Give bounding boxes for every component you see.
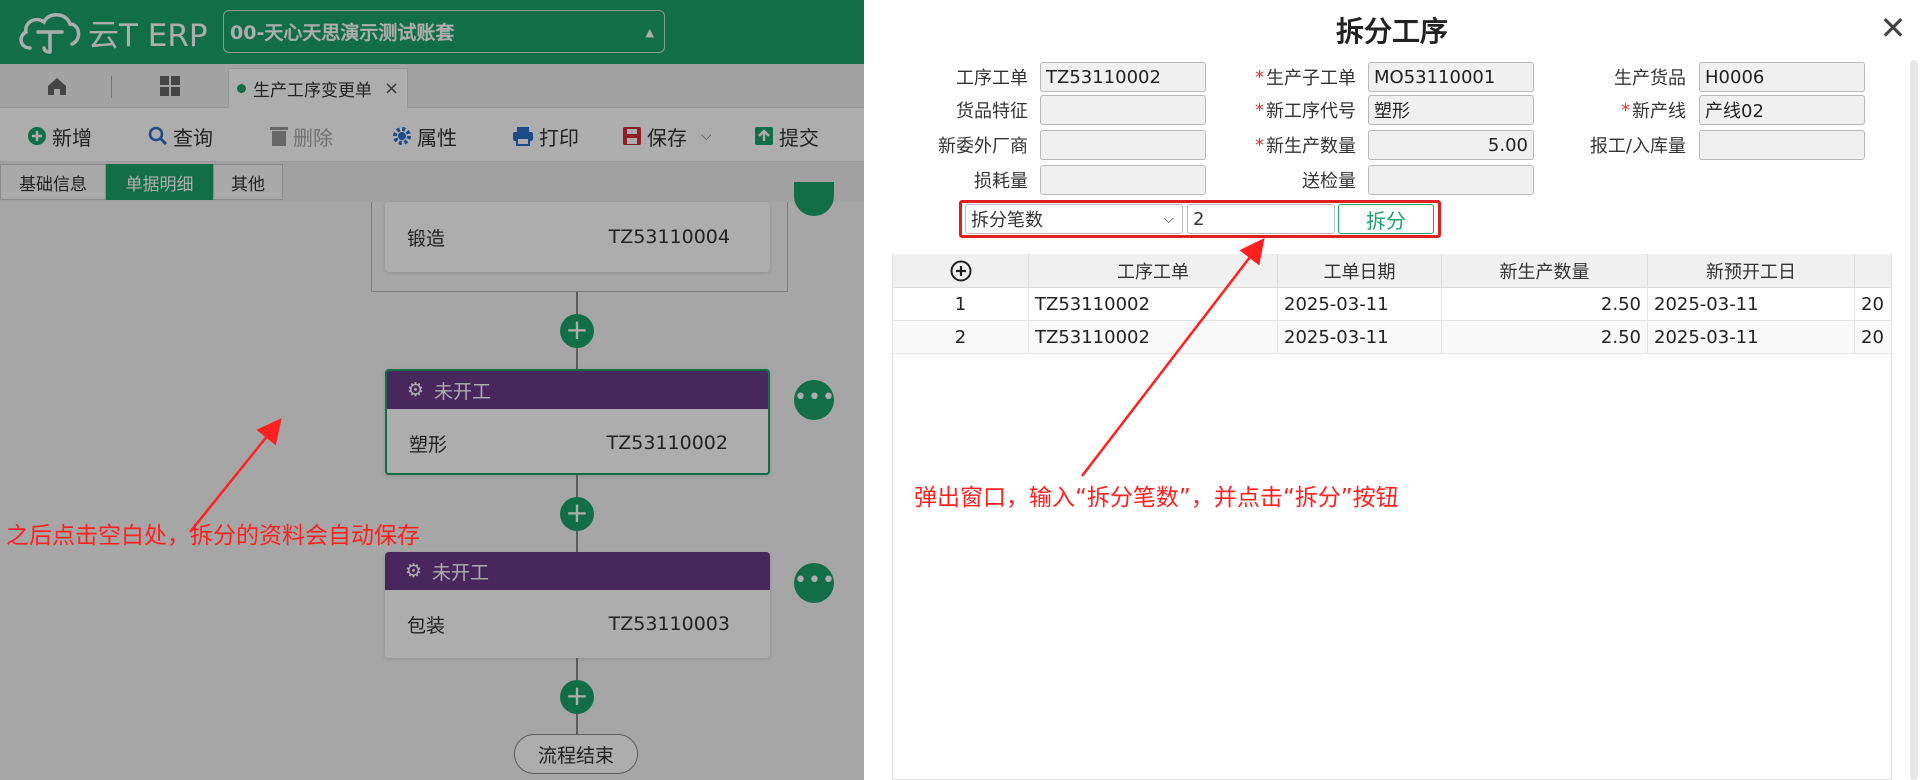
production-goods-field[interactable]: H0006 (1699, 62, 1865, 92)
dialog-title: 拆分工序 (1335, 15, 1448, 48)
report-qty-field[interactable] (1699, 130, 1865, 160)
goods-feature-field[interactable] (1040, 95, 1206, 125)
col-header[interactable]: 新预开工日 (1648, 254, 1855, 288)
plus-circle-icon (950, 260, 971, 281)
loss-qty-field[interactable] (1040, 165, 1206, 195)
label-goods-feature: 货品特征 (956, 101, 1028, 122)
split-button[interactable]: 拆分 (1338, 204, 1434, 234)
split-count-input[interactable]: 2 (1187, 204, 1335, 234)
add-row-header[interactable] (893, 254, 1029, 288)
table-cell[interactable]: 2.50 (1442, 321, 1648, 354)
label-new-quantity: * 新生产数量 (1255, 134, 1356, 158)
main-window: 云T ERP 00-天心天思演示测试账套 ▲ 生产工序变更单 × 新增 查询 删… (0, 0, 864, 780)
row-number: 2 (893, 321, 1029, 354)
col-header[interactable]: 工序工单 (1029, 254, 1278, 288)
modal-overlay[interactable] (0, 0, 864, 780)
table-cell[interactable]: 20 (1855, 288, 1891, 321)
table-cell[interactable]: 2025-03-11 (1278, 321, 1442, 354)
table-cell[interactable]: 20 (1855, 321, 1891, 354)
split-dialog: 拆分工序 ✕ 工序工单 TZ53110002 * 生产子工单 MO53110001… (864, 0, 1920, 780)
label-loss-qty: 损耗量 (974, 171, 1028, 192)
new-quantity-field[interactable]: 5.00 (1368, 130, 1534, 160)
split-mode-value: 拆分笔数 (971, 210, 1043, 231)
split-count-value: 2 (1193, 208, 1205, 230)
table-cell[interactable]: 2.50 (1442, 288, 1648, 321)
new-outsourcer-field[interactable] (1040, 130, 1206, 160)
label-process-order: 工序工单 (956, 68, 1028, 89)
row-number: 1 (893, 288, 1029, 321)
split-result-grid: 工序工单 工单日期 新生产数量 新预开工日 1 TZ53110002 2025-… (892, 254, 1892, 780)
label-new-process-code: * 新工序代号 (1255, 99, 1356, 123)
split-mode-select[interactable]: 拆分笔数 ⌵ (965, 204, 1183, 234)
dialog-scrollbar[interactable] (1910, 60, 1918, 780)
split-button-label: 拆分 (1366, 208, 1406, 233)
annotation-right: 弹出窗口，输入“拆分笔数”，并点击“拆分”按钮 (914, 485, 1399, 511)
chevron-down-icon: ⌵ (1163, 211, 1174, 227)
new-process-code-field[interactable]: 塑形 (1368, 95, 1534, 125)
new-line-field[interactable]: 产线02 (1699, 95, 1865, 125)
label-production-goods: 生产货品 (1614, 68, 1686, 89)
inspect-qty-field[interactable] (1368, 165, 1534, 195)
label-inspect-qty: 送检量 (1302, 171, 1356, 192)
label-report-qty: 报工/入库量 (1589, 136, 1686, 157)
process-order-field[interactable]: TZ53110002 (1040, 62, 1206, 92)
table-cell[interactable]: TZ53110002 (1029, 288, 1278, 321)
table-cell[interactable]: 2025-03-11 (1278, 288, 1442, 321)
label-production-suborder: * 生产子工单 (1255, 66, 1356, 90)
col-header[interactable]: 工单日期 (1278, 254, 1442, 288)
col-header[interactable]: 新生产数量 (1442, 254, 1648, 288)
annotation-left: 之后点击空白处，拆分的资料会自动保存 (6, 523, 420, 549)
table-cell[interactable]: TZ53110002 (1029, 321, 1278, 354)
label-new-outsourcer: 新委外厂商 (938, 136, 1028, 157)
col-header[interactable] (1855, 254, 1891, 288)
production-suborder-field[interactable]: MO53110001 (1368, 62, 1534, 92)
label-new-line: * 新产线 (1621, 99, 1686, 123)
table-cell[interactable]: 2025-03-11 (1648, 321, 1855, 354)
close-icon[interactable]: ✕ (1875, 10, 1911, 46)
table-cell[interactable]: 2025-03-11 (1648, 288, 1855, 321)
